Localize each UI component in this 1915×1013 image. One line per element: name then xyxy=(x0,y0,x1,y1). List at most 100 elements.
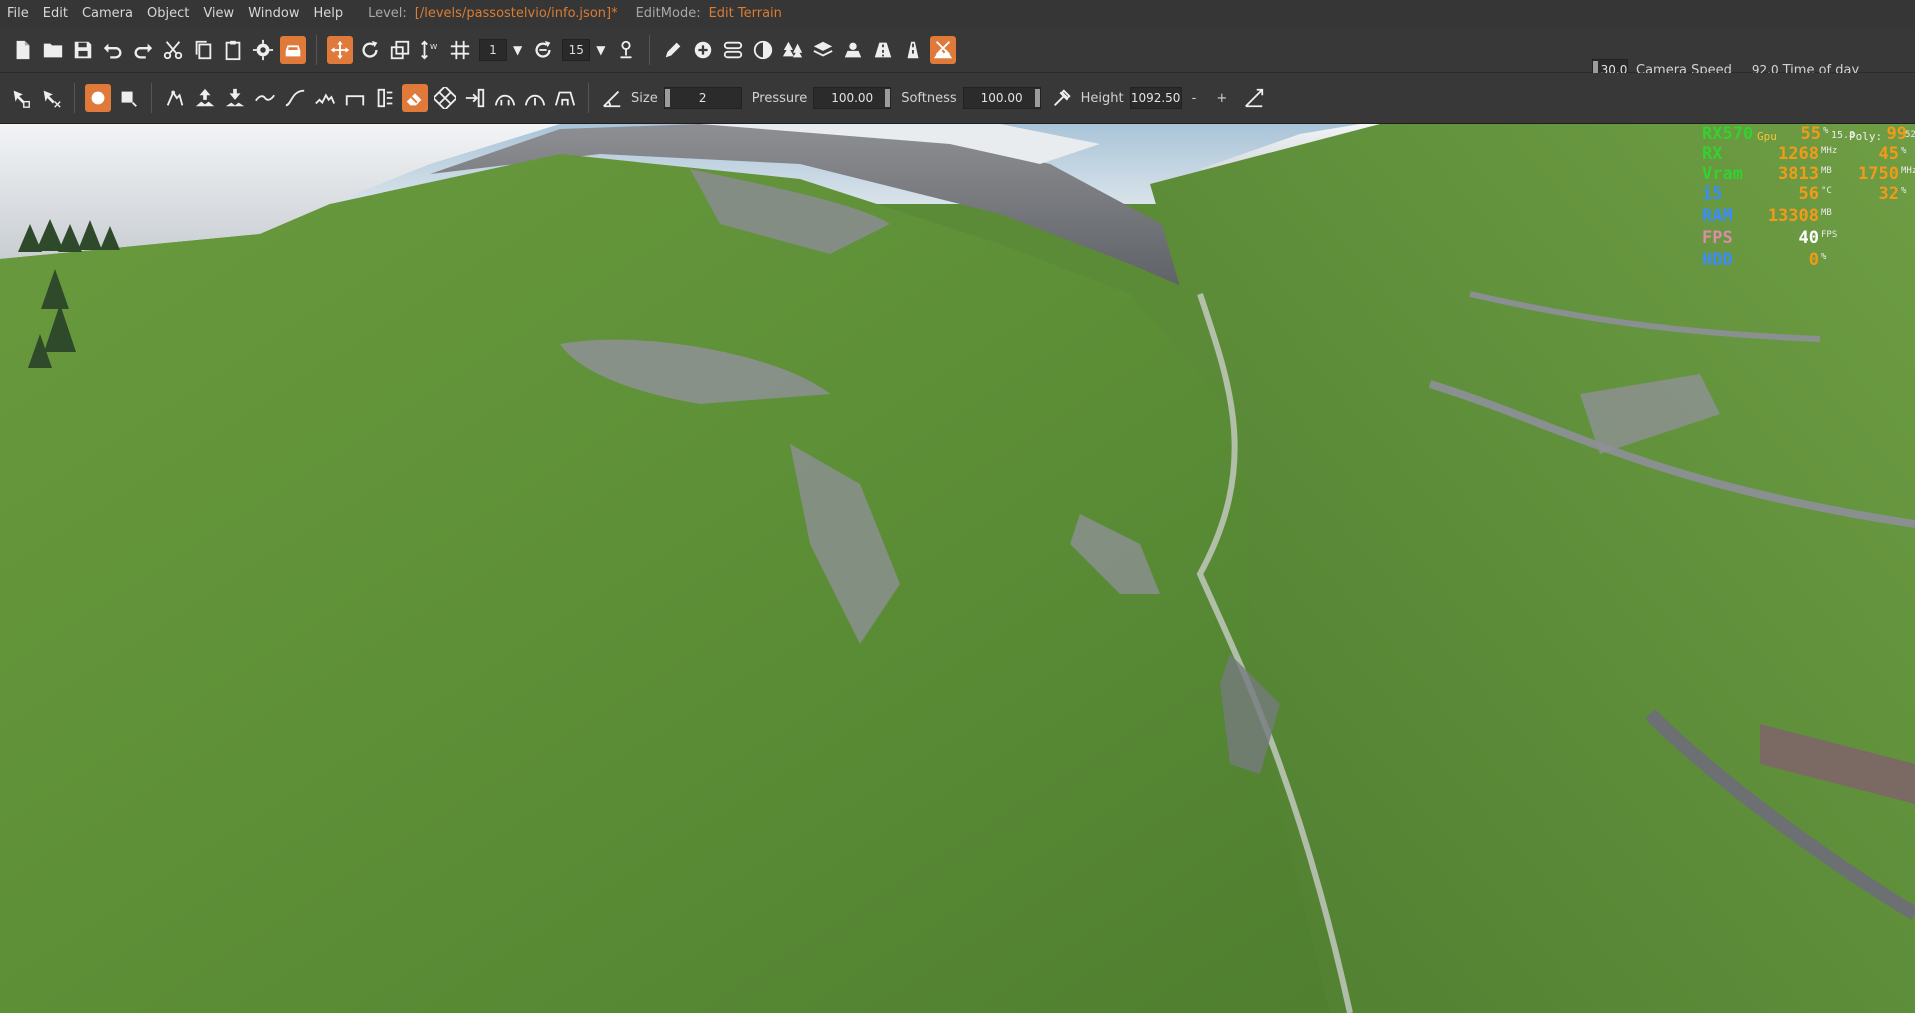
pressure-value: 100.00 xyxy=(831,91,874,105)
terrain-paint-icon[interactable] xyxy=(750,36,776,64)
road-spline-icon[interactable] xyxy=(720,36,746,64)
rx-clock-unit: MHz xyxy=(1821,146,1838,156)
measure-slope-icon[interactable] xyxy=(1241,84,1267,112)
ram-value: 13308 xyxy=(1767,206,1819,226)
flatten-icon[interactable] xyxy=(342,84,368,112)
move-gizmo-icon[interactable] xyxy=(327,35,353,64)
menu-camera[interactable]: Camera xyxy=(75,6,140,21)
cpu-load: 32 xyxy=(1878,184,1899,204)
ram-label: RAM xyxy=(1702,206,1733,226)
level-path: [/levels/passostelvio/info.json]* xyxy=(414,6,618,21)
raise-height-icon[interactable] xyxy=(192,84,218,112)
softness-slider-knob[interactable] xyxy=(1034,89,1040,107)
cpu-temp-unit: °C xyxy=(1821,186,1832,196)
poly-value: 99 xyxy=(1886,124,1907,144)
size-value: 2 xyxy=(698,91,707,105)
fps-label: FPS xyxy=(1702,228,1733,248)
round-brush-icon[interactable] xyxy=(85,84,111,112)
pick-height-icon[interactable] xyxy=(1049,84,1075,112)
terrain-ridge-icon[interactable] xyxy=(522,84,548,112)
menu-object[interactable]: Object xyxy=(140,6,196,21)
poly-extra: 52 xyxy=(1905,130,1915,140)
menu-window[interactable]: Window xyxy=(241,6,306,21)
select-brush-icon[interactable] xyxy=(8,84,34,112)
fps-value: 40 xyxy=(1798,228,1819,248)
rx-extra: 45 xyxy=(1878,144,1899,164)
forest-trees-icon[interactable] xyxy=(780,36,806,64)
eraser-icon[interactable] xyxy=(402,84,428,112)
size-slider[interactable]: 2 xyxy=(663,87,742,109)
add-object-icon[interactable] xyxy=(690,36,716,64)
decal-road-icon[interactable] xyxy=(900,36,926,64)
deselect-brush-icon[interactable] xyxy=(38,84,64,112)
grid-size-field[interactable]: 1 xyxy=(479,38,507,61)
cpu-temp: 56 xyxy=(1798,184,1819,204)
3d-viewport[interactable]: RX570 Gpu 55 % 15.8 Poly: 99 52 RX 1268 … xyxy=(0,124,1915,1013)
hardware-monitor-overlay: RX570 Gpu 55 % 15.8 Poly: 99 52 RX 1268 … xyxy=(1699,124,1915,274)
pressure-slider[interactable]: 100.00 xyxy=(813,87,892,109)
cpu-label: i5 xyxy=(1702,184,1723,204)
menu-file[interactable]: File xyxy=(0,6,36,21)
terrain-editor-icon[interactable] xyxy=(930,35,957,64)
grid-snap-icon[interactable] xyxy=(447,36,473,64)
gpu-load: 55 xyxy=(1800,124,1821,144)
redo-icon[interactable] xyxy=(130,36,156,64)
size-slider-knob[interactable] xyxy=(664,89,670,107)
decal-icon[interactable] xyxy=(840,36,866,64)
cut-icon[interactable] xyxy=(160,36,186,64)
slope-icon[interactable] xyxy=(282,84,308,112)
pencil-edit-icon[interactable] xyxy=(660,36,686,64)
paint-hole-icon[interactable] xyxy=(432,84,458,112)
pressure-label: Pressure xyxy=(751,90,808,106)
toolbar-separator xyxy=(316,34,317,65)
height-value: 1092.50 xyxy=(1130,91,1181,105)
pressure-slider-knob[interactable] xyxy=(885,89,891,107)
size-label: Size xyxy=(631,90,658,106)
copy-icon[interactable] xyxy=(190,36,216,64)
terrain-plateau-icon[interactable] xyxy=(552,84,578,112)
brush-size-pick-icon[interactable] xyxy=(162,84,188,112)
editmode-label: EditMode: xyxy=(635,6,701,21)
snap-to-terrain-icon[interactable] xyxy=(613,36,639,64)
smooth-icon[interactable] xyxy=(252,84,278,112)
save-icon[interactable] xyxy=(70,36,96,64)
rx-clock: 1268 xyxy=(1778,144,1819,164)
grid-size-dropdown-icon[interactable]: ▼ xyxy=(513,43,522,57)
material-layers-icon[interactable] xyxy=(810,36,836,64)
rotate-gizmo-icon[interactable] xyxy=(357,36,383,64)
height-decrement-button[interactable]: - xyxy=(1192,91,1197,106)
vram-clock: 1750 xyxy=(1858,164,1899,184)
mesh-road-icon[interactable] xyxy=(870,36,896,64)
toolbar-separator xyxy=(649,34,651,65)
new-file-icon[interactable] xyxy=(10,36,36,64)
height-increment-button[interactable]: + xyxy=(1216,91,1227,106)
terrain-smooth-ridge-icon[interactable] xyxy=(492,84,518,112)
lower-height-icon[interactable] xyxy=(222,84,248,112)
settings-gear-icon[interactable] xyxy=(250,36,276,64)
menu-bar: File Edit Camera Object View Window Help… xyxy=(0,0,1915,28)
open-folder-icon[interactable] xyxy=(40,36,66,64)
rotation-snap-icon[interactable] xyxy=(530,36,556,64)
softness-slider[interactable]: 100.00 xyxy=(962,87,1041,109)
terrain-scene xyxy=(0,124,1915,1013)
softness-label: Softness xyxy=(901,90,957,106)
height-field[interactable]: 1092.50 xyxy=(1129,87,1182,109)
undo-icon[interactable] xyxy=(100,36,126,64)
world-axis-icon[interactable]: W xyxy=(417,36,443,64)
vehicle-car-icon[interactable] xyxy=(280,35,306,64)
square-brush-icon[interactable] xyxy=(115,84,141,112)
menu-edit[interactable]: Edit xyxy=(36,6,75,21)
menu-view[interactable]: View xyxy=(196,6,241,21)
scale-gizmo-icon[interactable] xyxy=(387,36,413,64)
hdd-label: HDD xyxy=(1702,250,1733,270)
align-to-icon[interactable] xyxy=(462,84,488,112)
paste-icon[interactable] xyxy=(220,36,246,64)
rotation-snap-dropdown-icon[interactable]: ▼ xyxy=(596,43,605,57)
hdd-value: 0 xyxy=(1808,250,1819,270)
ram-unit: MB xyxy=(1821,208,1832,218)
rotation-snap-field[interactable]: 15 xyxy=(562,38,591,61)
menu-help[interactable]: Help xyxy=(306,6,350,21)
set-height-icon[interactable] xyxy=(372,84,398,112)
noise-icon[interactable] xyxy=(312,84,338,112)
brush-slope-angle-icon[interactable] xyxy=(599,84,625,112)
